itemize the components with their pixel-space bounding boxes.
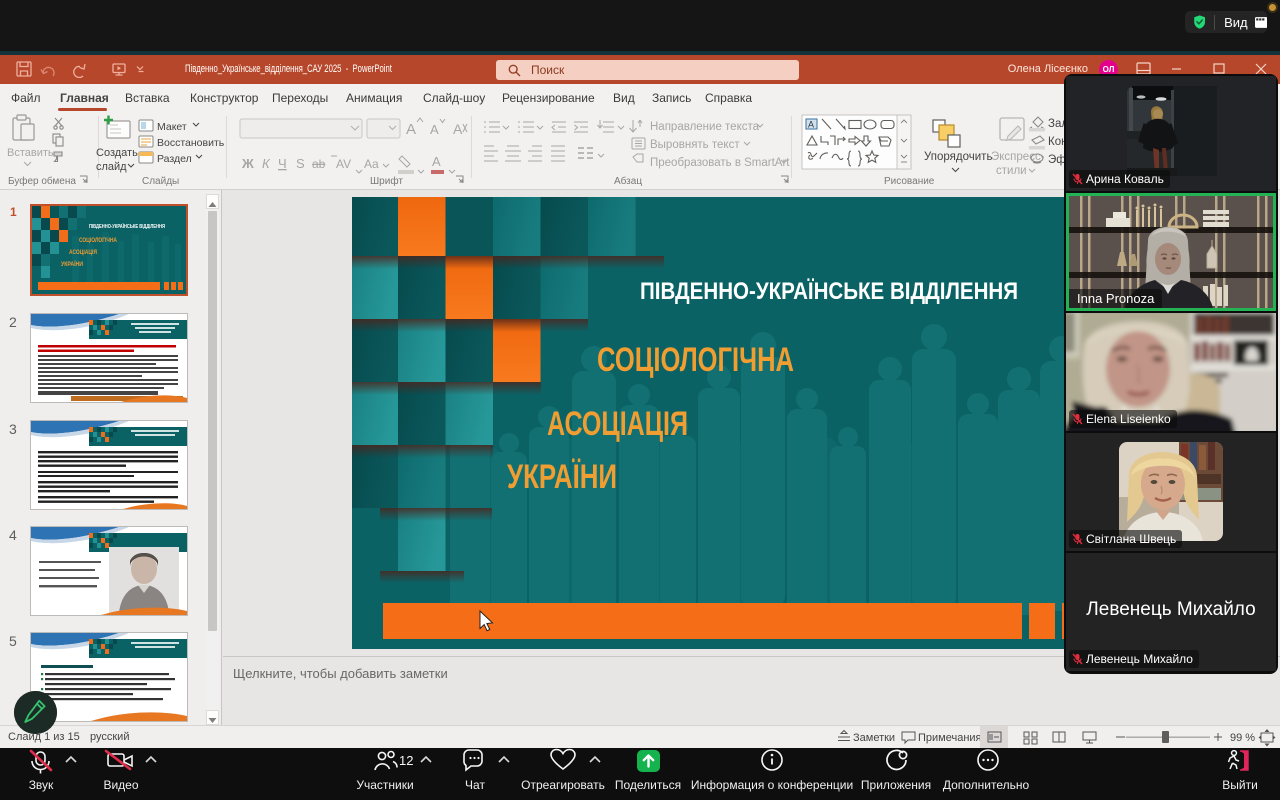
svg-text:Заметки: Заметки: [853, 732, 895, 744]
svg-text:Примечания: Примечания: [918, 732, 982, 744]
svg-text:СОЦІОЛОГІЧНА: СОЦІОЛОГІЧНА: [597, 341, 794, 379]
svg-text:К: К: [262, 156, 271, 171]
svg-text:Восстановить: Восстановить: [157, 137, 225, 149]
svg-text:Выйти: Выйти: [1222, 778, 1258, 792]
svg-text:УКРАЇНИ: УКРАЇНИ: [507, 458, 617, 496]
svg-text:АСОЦІАЦІЯ: АСОЦІАЦІЯ: [69, 249, 97, 256]
svg-text:Раздел: Раздел: [157, 153, 192, 165]
svg-text:Приложения: Приложения: [861, 778, 931, 792]
svg-text:ПІВДЕННО-УКРАЇНСЬКЕ ВІДДІЛЕННЯ: ПІВДЕННО-УКРАЇНСЬКЕ ВІДДІЛЕННЯ: [89, 223, 165, 230]
svg-text:стили: стили: [996, 165, 1027, 177]
svg-text:Рисование: Рисование: [884, 176, 935, 187]
svg-text:СОЦІОЛОГІЧНА: СОЦІОЛОГІЧНА: [79, 237, 117, 244]
svg-text:А: А: [432, 154, 441, 169]
svg-text:УКРАЇНИ: УКРАЇНИ: [61, 260, 83, 268]
svg-text:S: S: [296, 156, 305, 171]
svg-text:АСОЦІАЦІЯ: АСОЦІАЦІЯ: [547, 405, 688, 443]
svg-text:A: A: [453, 121, 463, 137]
svg-text:Макет: Макет: [157, 121, 187, 133]
svg-text:ПІВДЕННО-УКРАЇНСЬКЕ ВІДДІЛЕННЯ: ПІВДЕННО-УКРАЇНСЬКЕ ВІДДІЛЕННЯ: [640, 278, 1018, 305]
svg-text:Видео: Видео: [103, 778, 138, 792]
svg-text:Чат: Чат: [465, 778, 485, 792]
svg-text:Aa: Aa: [364, 157, 379, 171]
svg-text:12: 12: [399, 753, 413, 768]
svg-text:Информация о конференции: Информация о конференции: [691, 778, 853, 792]
svg-text:Звук: Звук: [29, 778, 54, 792]
svg-text:Абзац: Абзац: [614, 175, 642, 187]
svg-text:A: A: [406, 121, 416, 138]
svg-text:Отреагировать: Отреагировать: [521, 778, 605, 792]
svg-text:Создать: Создать: [96, 147, 138, 159]
svg-text:Преобразовать в SmartArt: Преобразовать в SmartArt: [650, 157, 790, 169]
svg-text:Вставить: Вставить: [7, 147, 54, 159]
svg-text:Поделиться: Поделиться: [615, 778, 681, 792]
svg-text:Выровнять текст: Выровнять текст: [650, 139, 740, 151]
svg-text:99 %: 99 %: [1230, 732, 1255, 744]
svg-text:Дополнительно: Дополнительно: [943, 778, 1030, 792]
svg-text:Участники: Участники: [356, 778, 413, 792]
svg-text:Упорядочить: Упорядочить: [924, 151, 992, 163]
svg-text:Шрифт: Шрифт: [370, 175, 403, 187]
svg-text:Направление текста: Направление текста: [650, 121, 760, 133]
svg-text:Экспресс-: Экспресс-: [991, 151, 1045, 163]
svg-text:Ч: Ч: [278, 156, 287, 171]
svg-text:Ж: Ж: [241, 156, 254, 171]
svg-text:слайд: слайд: [96, 161, 127, 173]
svg-text:Слайды: Слайды: [142, 176, 179, 187]
svg-text:Буфер обмена: Буфер обмена: [8, 175, 76, 187]
svg-text:ab: ab: [312, 157, 326, 171]
svg-text:A: A: [430, 122, 439, 137]
svg-text:A: A: [808, 120, 814, 130]
svg-text:AV: AV: [336, 157, 351, 171]
